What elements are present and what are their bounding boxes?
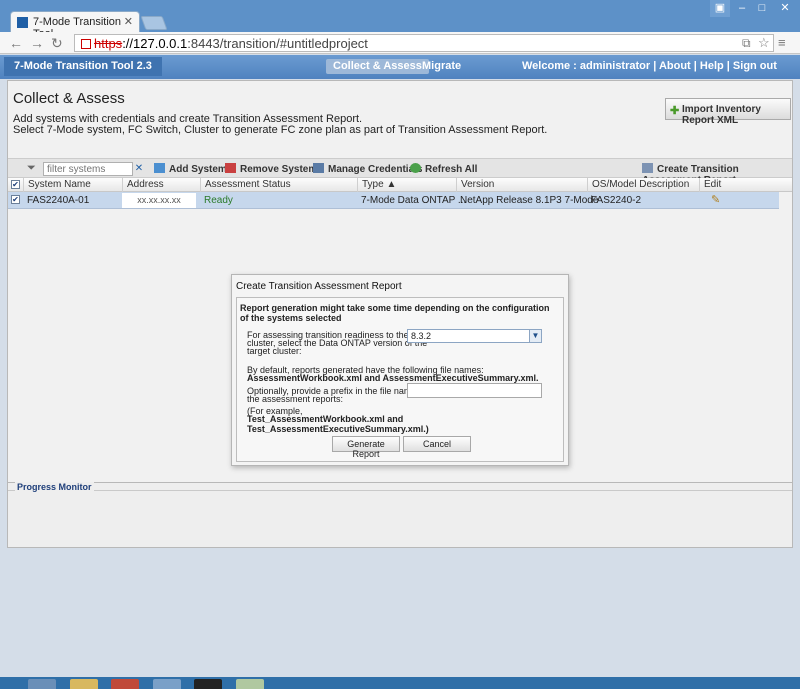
netapp-favicon-icon (17, 17, 28, 28)
filter-systems-input[interactable] (43, 162, 133, 176)
model-cell: FAS2240-2 (591, 195, 642, 206)
import-inventory-label: Import Inventory Report XML (682, 104, 761, 126)
select-all-checkbox[interactable]: ✔ (11, 180, 20, 189)
cancel-button[interactable]: Cancel (403, 436, 471, 452)
url-host: ://127.0.0.1 (122, 36, 188, 51)
add-systems-label: Add Systems (169, 164, 233, 175)
system-name-cell: FAS2240A-01 (27, 195, 90, 206)
systems-toolbar: ⏷ ✕ Add Systems Remove Systems Manage Cr… (8, 158, 792, 186)
chrome-taskbar-icon[interactable] (111, 679, 139, 689)
manage-credentials-label: Manage Credentials (328, 164, 423, 175)
browser-tab[interactable]: 7-Mode Transition Tool ✕ (10, 11, 140, 40)
address-bar: ← → ↻ https://127.0.0.1:8443/transition/… (0, 32, 800, 54)
type-cell: 7-Mode Data ONTAP ... (361, 195, 467, 206)
col-address[interactable]: Address (122, 178, 200, 192)
refresh-all-button[interactable]: Refresh All (410, 163, 477, 175)
col-type[interactable]: Type ▲ (357, 178, 456, 192)
tool-taskbar-icon[interactable] (236, 679, 264, 689)
page-description-2: Select 7-Mode system, FC Switch, Cluster… (13, 124, 548, 136)
refresh-all-label: Refresh All (425, 164, 478, 175)
prefix-input[interactable] (407, 383, 542, 398)
progress-monitor: Progress Monitor (7, 482, 793, 548)
os-taskbar (0, 677, 800, 689)
remove-systems-label: Remove Systems (240, 164, 323, 175)
col-assessment-status[interactable]: Assessment Status (200, 178, 357, 192)
col-system-name[interactable]: System Name (23, 178, 123, 192)
insecure-lock-icon (81, 39, 91, 49)
ontap-version-value: 8.3.2 (411, 331, 432, 341)
refresh-icon (410, 163, 421, 173)
status-cell: Ready (204, 195, 233, 206)
default-file-names: AssessmentWorkbook.xml and AssessmentExe… (247, 373, 539, 383)
row-checkbox[interactable]: ✔ (11, 195, 20, 204)
new-tab-button[interactable] (140, 16, 168, 30)
dialog-notice: Report generation might take some time d… (240, 303, 550, 323)
systems-table-header: ✔ System Name Address Assessment Status … (8, 178, 792, 192)
col-version[interactable]: Version (456, 178, 587, 192)
table-row[interactable]: ✔ FAS2240A-01 xx.xx.xx.xx Ready 7-Mode D… (8, 192, 779, 209)
translate-icon[interactable]: ⧉ (742, 35, 751, 51)
explorer-taskbar-icon[interactable] (28, 679, 56, 689)
terminal-taskbar-icon[interactable] (194, 679, 222, 689)
create-report-dialog: Create Transition Assessment Report Repo… (231, 274, 569, 466)
filter-icon: ⏷ (27, 162, 36, 174)
target-label-3: target cluster: (247, 346, 302, 356)
url-path: :8443/transition/#untitledproject (187, 36, 368, 51)
folder-taskbar-icon[interactable] (70, 679, 98, 689)
import-icon: ✚ (670, 105, 680, 117)
close-window-icon[interactable]: ✕ (772, 0, 798, 17)
import-inventory-button[interactable]: ✚ Import Inventory Report XML (665, 98, 791, 126)
clear-filter-icon[interactable]: ✕ (134, 162, 144, 176)
col-edit[interactable]: Edit (699, 178, 779, 192)
dialog-title: Create Transition Assessment Report (236, 281, 402, 292)
add-systems-icon (154, 163, 165, 173)
tab-close-icon[interactable]: ✕ (124, 15, 133, 28)
server-manager-taskbar-icon[interactable] (153, 679, 181, 689)
add-systems-button[interactable]: Add Systems (154, 163, 232, 175)
dialog-body: Report generation might take some time d… (236, 297, 564, 462)
progress-divider (8, 490, 792, 491)
ontap-version-select[interactable]: 8.3.2 ▼ (407, 329, 542, 343)
progress-monitor-title: Progress Monitor (15, 482, 94, 492)
user-icon[interactable]: ▣ (710, 0, 730, 17)
version-cell: NetApp Release 8.1P3 7-Mode (460, 195, 599, 206)
report-icon (642, 163, 653, 173)
maximize-icon[interactable]: □ (752, 0, 772, 17)
credentials-icon (313, 163, 324, 173)
browser-titlebar: 7-Mode Transition Tool ✕ ▣ – □ ✕ (0, 0, 800, 40)
app-title: 7-Mode Transition Tool 2.3 (4, 57, 162, 76)
app-header: 7-Mode Transition Tool 2.3 Collect & Ass… (0, 55, 800, 79)
user-links[interactable]: Welcome : administrator | About | Help |… (522, 60, 777, 72)
back-icon[interactable]: ← (9, 35, 23, 51)
chevron-down-icon[interactable]: ▼ (529, 330, 541, 342)
page-title: Collect & Assess (13, 90, 125, 107)
menu-icon[interactable]: ≡ (778, 35, 786, 51)
forward-icon[interactable]: → (30, 35, 44, 51)
manage-credentials-button[interactable]: Manage Credentials (313, 163, 422, 175)
edit-icon[interactable]: ✎ (707, 192, 720, 209)
address-cell: xx.xx.xx.xx (122, 193, 196, 208)
minimize-icon[interactable]: – (732, 0, 752, 17)
nav-collect-assess[interactable]: Collect & Assess (326, 59, 429, 74)
remove-systems-icon (225, 163, 236, 173)
nav-migrate[interactable]: Migrate (415, 59, 468, 74)
url-field[interactable]: https://127.0.0.1:8443/transition/#untit… (74, 34, 774, 52)
example-text-2: Test_AssessmentWorkbook.xml and Test_Ass… (247, 414, 429, 434)
generate-report-button[interactable]: Generate Report (332, 436, 400, 459)
reload-icon[interactable]: ↻ (51, 35, 63, 51)
prefix-label-2: the assessment reports: (247, 394, 344, 404)
bookmark-star-icon[interactable]: ☆ (758, 35, 770, 51)
remove-systems-button[interactable]: Remove Systems (225, 163, 323, 175)
col-os-model[interactable]: OS/Model Description (587, 178, 699, 192)
url-scheme: https (94, 36, 123, 51)
